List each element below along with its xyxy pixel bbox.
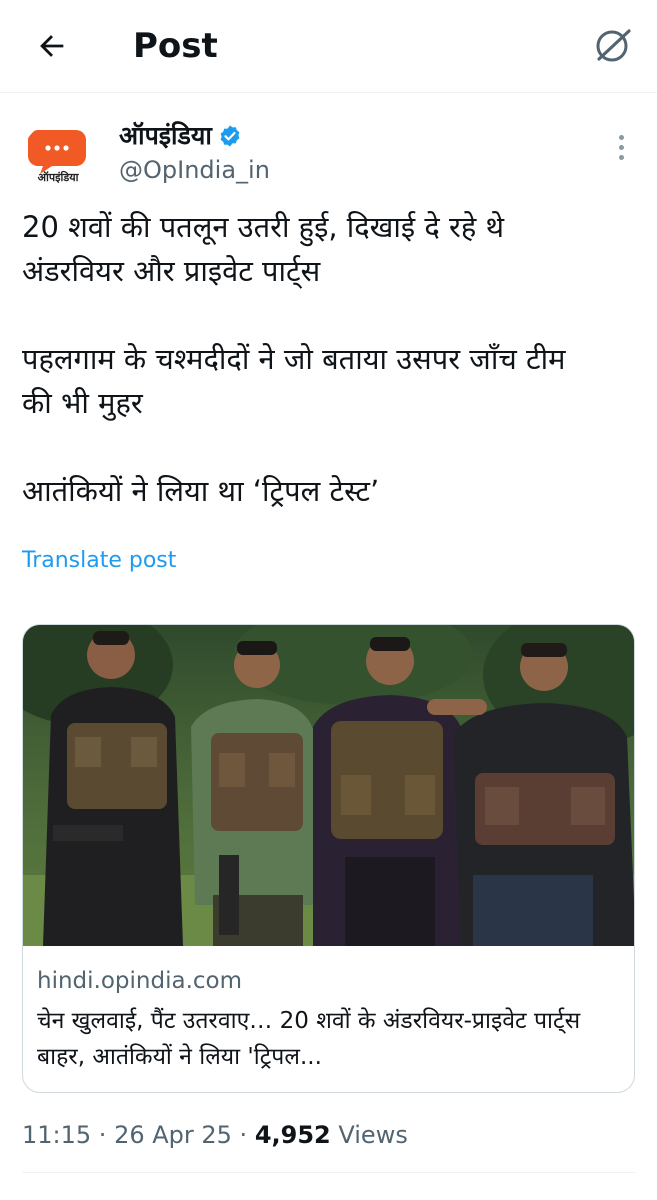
post-line: पहलगाम के चश्मदीदों ने जो बताया उसपर जाँ… xyxy=(22,342,566,376)
post-line: की भी मुहर xyxy=(22,386,143,420)
link-preview-card[interactable]: hindi.opindia.com चेन खुलवाई, पैंट उतरवा… xyxy=(22,624,635,1093)
meta-divider xyxy=(22,1172,635,1173)
page-title: Post xyxy=(133,26,218,66)
back-button[interactable] xyxy=(30,24,74,68)
post-spacer xyxy=(22,293,634,337)
more-dot-icon xyxy=(618,134,624,140)
more-dot-icon xyxy=(618,154,624,160)
card-image[interactable] xyxy=(23,625,635,946)
post-time[interactable]: 11:15 xyxy=(22,1121,91,1149)
post-text: 20 शवों की पतलून उतरी हुई, दिखाई दे रहे … xyxy=(22,205,634,513)
post-spacer xyxy=(22,425,634,469)
header-divider xyxy=(0,92,657,93)
post-line: 20 शवों की पतलून उतरी हुई, दिखाई दे रहे … xyxy=(22,210,504,244)
author-handle[interactable]: @OpIndia_in xyxy=(119,154,270,186)
views-label: Views xyxy=(330,1121,408,1149)
grok-button[interactable] xyxy=(590,22,636,68)
card-title: चेन खुलवाई, पैंट उतरवाए… 20 शवों के अंडर… xyxy=(37,1008,581,1070)
more-options-button[interactable] xyxy=(606,130,636,164)
post-meta: 11:15 · 26 Apr 25 · 4,952 Views xyxy=(22,1117,408,1153)
post-line: आतंकियों ने लिया था ‘ट्रिपल टेस्ट’ xyxy=(22,474,380,508)
meta-separator: · xyxy=(231,1121,255,1149)
more-dot-icon xyxy=(618,144,624,150)
arrow-left-icon xyxy=(40,35,64,57)
post-date[interactable]: 26 Apr 25 xyxy=(114,1121,232,1149)
author-name[interactable]: ऑपइंडिया xyxy=(119,120,242,152)
post-line: अंडरवियर और प्राइवेट पार्ट्स xyxy=(22,254,321,288)
meta-separator: · xyxy=(91,1121,115,1149)
translate-post-link[interactable]: Translate post xyxy=(22,545,176,577)
grok-icon xyxy=(596,29,631,62)
verified-badge-icon xyxy=(220,125,240,147)
views-count: 4,952 xyxy=(254,1121,331,1149)
author-name-text: ऑपइंडिया xyxy=(119,121,212,150)
avatar-logo-text: ऑपइंडिया xyxy=(37,171,79,184)
card-domain: hindi.opindia.com xyxy=(37,968,243,994)
top-bar: Post xyxy=(0,0,657,92)
avatar[interactable]: ऑपइंडिया xyxy=(22,122,94,194)
